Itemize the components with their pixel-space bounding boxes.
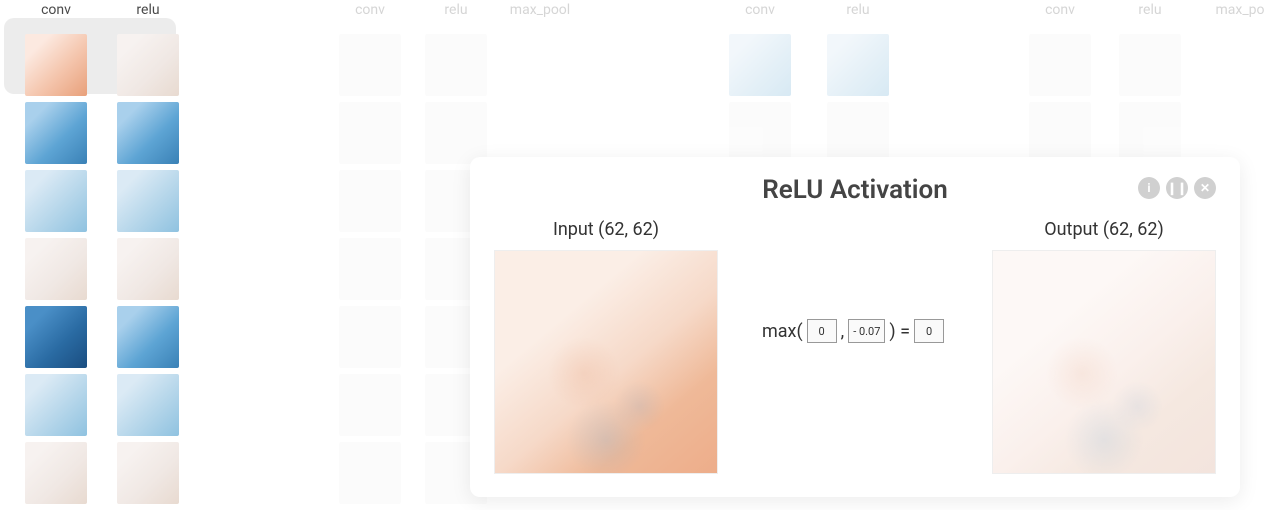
modal-body: Input (62, 62) max( 0 , - 0.07 ) = 0 Out…: [494, 219, 1216, 474]
activation-thumbnail[interactable]: [827, 102, 889, 164]
activation-thumbnail[interactable]: [339, 238, 401, 300]
activation-thumbnail[interactable]: [25, 170, 87, 232]
activation-thumbnail[interactable]: [339, 442, 401, 504]
activation-thumbnail[interactable]: [339, 170, 401, 232]
close-icon: ✕: [1200, 181, 1210, 195]
layer-column-maxpool-2: max_po: [1200, 0, 1266, 28]
layer-column-conv-4: conv: [1020, 0, 1100, 170]
close-button[interactable]: ✕: [1194, 177, 1216, 199]
detail-modal: ReLU Activation i ❙❙ ✕ Input (62, 62) ma…: [470, 157, 1240, 497]
input-panel: Input (62, 62): [494, 219, 718, 474]
activation-thumbnail[interactable]: [117, 238, 179, 300]
activation-thumbnail[interactable]: [1029, 34, 1091, 96]
activation-thumbnail[interactable]: [1029, 102, 1091, 164]
output-activation-map[interactable]: [992, 250, 1216, 474]
layer-column-conv-2: conv: [330, 0, 410, 510]
output-panel: Output (62, 62): [992, 219, 1216, 474]
activation-thumbnail[interactable]: [117, 306, 179, 368]
relu-formula: max( 0 , - 0.07 ) = 0: [728, 319, 982, 343]
formula-close: ) =: [889, 321, 910, 342]
activation-thumbnail[interactable]: [729, 34, 791, 96]
activation-thumbnail[interactable]: [425, 102, 487, 164]
layer-column-maxpool-1: max_pool: [500, 0, 580, 28]
modal-title: ReLU Activation: [494, 175, 1216, 205]
output-label: Output (62, 62): [992, 219, 1216, 240]
formula-arg-input: - 0.07: [848, 319, 885, 343]
column-header: relu: [416, 0, 496, 28]
activation-thumbnail[interactable]: [1119, 102, 1181, 164]
activation-thumbnail[interactable]: [25, 102, 87, 164]
activation-thumbnail[interactable]: [117, 102, 179, 164]
info-icon: i: [1147, 181, 1150, 195]
activation-thumbnail[interactable]: [25, 34, 87, 96]
column-header: conv: [16, 0, 96, 28]
pause-button[interactable]: ❙❙: [1166, 177, 1188, 199]
column-header: relu: [818, 0, 898, 28]
activation-thumbnail[interactable]: [25, 374, 87, 436]
activation-thumbnail[interactable]: [339, 34, 401, 96]
modal-controls: i ❙❙ ✕: [1138, 177, 1216, 199]
formula-comma: ,: [841, 321, 845, 342]
column-header: conv: [330, 0, 410, 28]
column-header: max_po: [1200, 0, 1266, 28]
activation-thumbnail[interactable]: [117, 374, 179, 436]
activation-thumbnail[interactable]: [1119, 34, 1181, 96]
input-label: Input (62, 62): [494, 219, 718, 240]
activation-thumbnail[interactable]: [827, 34, 889, 96]
map-texture: [993, 251, 1215, 473]
activation-thumbnail[interactable]: [339, 306, 401, 368]
column-header: max_pool: [500, 0, 580, 28]
activation-thumbnail[interactable]: [339, 102, 401, 164]
activation-thumbnail[interactable]: [25, 238, 87, 300]
activation-thumbnail[interactable]: [25, 306, 87, 368]
activation-thumbnail[interactable]: [25, 442, 87, 504]
layer-column-relu-4: relu: [1110, 0, 1190, 170]
formula-result: 0: [914, 319, 944, 343]
column-header: relu: [1110, 0, 1190, 28]
activation-thumbnail[interactable]: [117, 34, 179, 96]
formula-prefix: max(: [762, 321, 803, 342]
activation-thumbnail[interactable]: [339, 374, 401, 436]
activation-thumbnail[interactable]: [425, 34, 487, 96]
layer-column-relu-1: relu: [108, 0, 188, 510]
activation-thumbnail[interactable]: [117, 170, 179, 232]
activation-thumbnail[interactable]: [729, 102, 791, 164]
column-header: relu: [108, 0, 188, 28]
column-header: conv: [1020, 0, 1100, 28]
input-activation-map[interactable]: [494, 250, 718, 474]
pause-icon: ❙❙: [1167, 181, 1187, 195]
info-button[interactable]: i: [1138, 177, 1160, 199]
layer-column-relu-3: relu: [818, 0, 898, 170]
modal-header: ReLU Activation i ❙❙ ✕: [494, 175, 1216, 205]
map-texture: [495, 251, 717, 473]
layer-column-conv-1: conv: [16, 0, 96, 510]
column-header: conv: [720, 0, 800, 28]
formula-arg-zero: 0: [807, 319, 837, 343]
activation-thumbnail[interactable]: [117, 442, 179, 504]
layer-column-conv-3: conv: [720, 0, 800, 170]
